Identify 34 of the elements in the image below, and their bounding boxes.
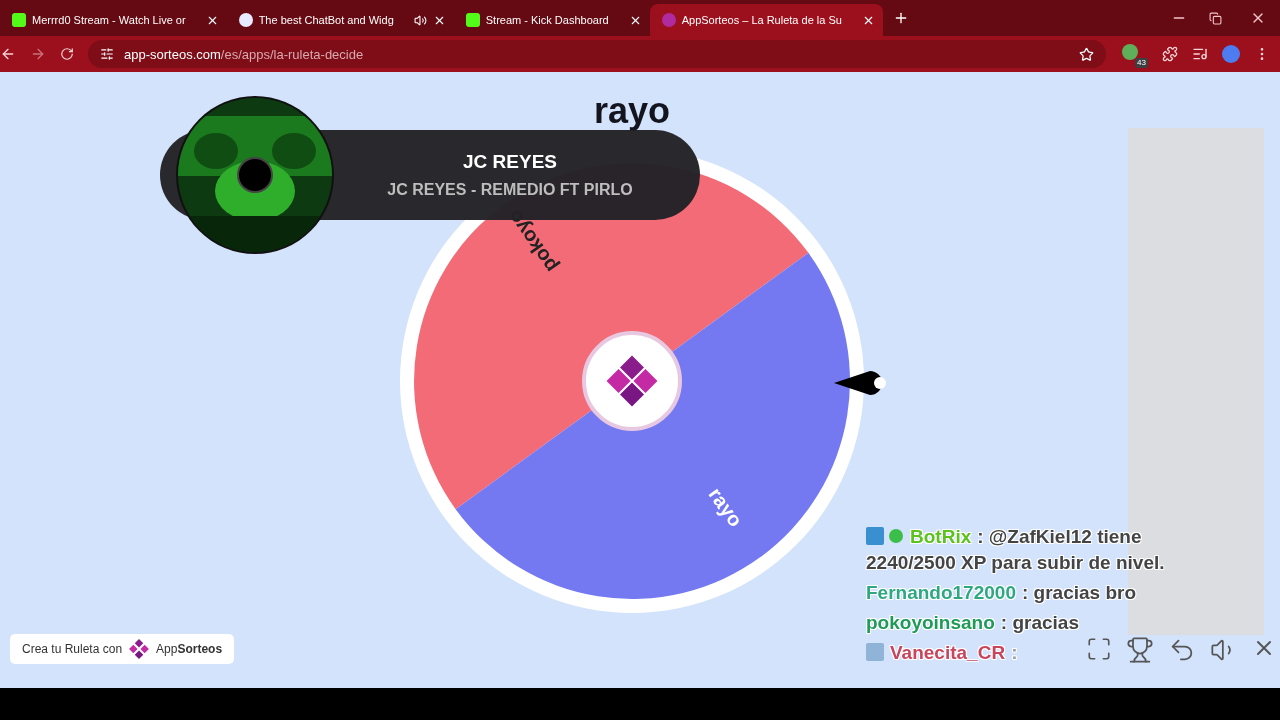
chat-text: 2240/2500 XP para subir de nivel. bbox=[866, 551, 1165, 575]
chat-text: : bbox=[1011, 642, 1018, 663]
winner-title: rayo bbox=[592, 90, 671, 132]
track-title: JC REYES - REMEDIO FT PIRLO bbox=[387, 181, 633, 199]
browser-tab[interactable]: Stream - Kick Dashboard bbox=[453, 4, 650, 36]
logo-icon bbox=[606, 355, 658, 407]
extensions-icon[interactable] bbox=[1162, 46, 1178, 62]
favicon-icon bbox=[12, 13, 26, 27]
trophy-icon[interactable] bbox=[1126, 636, 1154, 664]
fullscreen-icon[interactable] bbox=[1086, 636, 1112, 662]
browser-tab[interactable]: Merrrd0 Stream - Watch Live or bbox=[0, 4, 227, 36]
promo-link[interactable]: Crea tu Ruleta con AppSorteos bbox=[10, 634, 235, 664]
favicon-icon bbox=[661, 13, 676, 27]
chat-text: : @ZafKiel12 tiene bbox=[977, 526, 1142, 547]
chat-text: : gracias bbox=[1000, 612, 1079, 633]
chat-username: Fernando172000 bbox=[866, 582, 1016, 603]
browser-tab[interactable]: The best ChatBot and Widg bbox=[226, 4, 454, 36]
restore-icon[interactable] bbox=[1209, 11, 1222, 25]
site-settings-icon[interactable] bbox=[100, 47, 114, 61]
reload-icon[interactable] bbox=[60, 47, 74, 61]
url-text: app-sorteos.com/es/apps/la-ruleta-decide bbox=[124, 46, 364, 62]
artist-name: JC REYES bbox=[463, 151, 557, 173]
browser-tab[interactable]: AppSorteos – La Ruleta de la Su bbox=[649, 4, 883, 36]
media-icon[interactable] bbox=[1192, 46, 1208, 62]
back-icon[interactable] bbox=[0, 46, 16, 62]
chat-username: pokoyoinsano bbox=[866, 612, 995, 633]
chat-username: BotRix bbox=[910, 526, 972, 547]
chat-username: Vanecita_CR bbox=[890, 642, 1006, 663]
address-field[interactable]: app-sorteos.com/es/apps/la-ruleta-decide bbox=[88, 40, 1106, 68]
favicon-icon bbox=[465, 13, 480, 27]
bookmark-icon[interactable] bbox=[1079, 46, 1094, 62]
chat-text: : gracias bro bbox=[1021, 582, 1136, 603]
favicon-icon bbox=[238, 13, 253, 27]
logo-icon bbox=[129, 639, 149, 659]
